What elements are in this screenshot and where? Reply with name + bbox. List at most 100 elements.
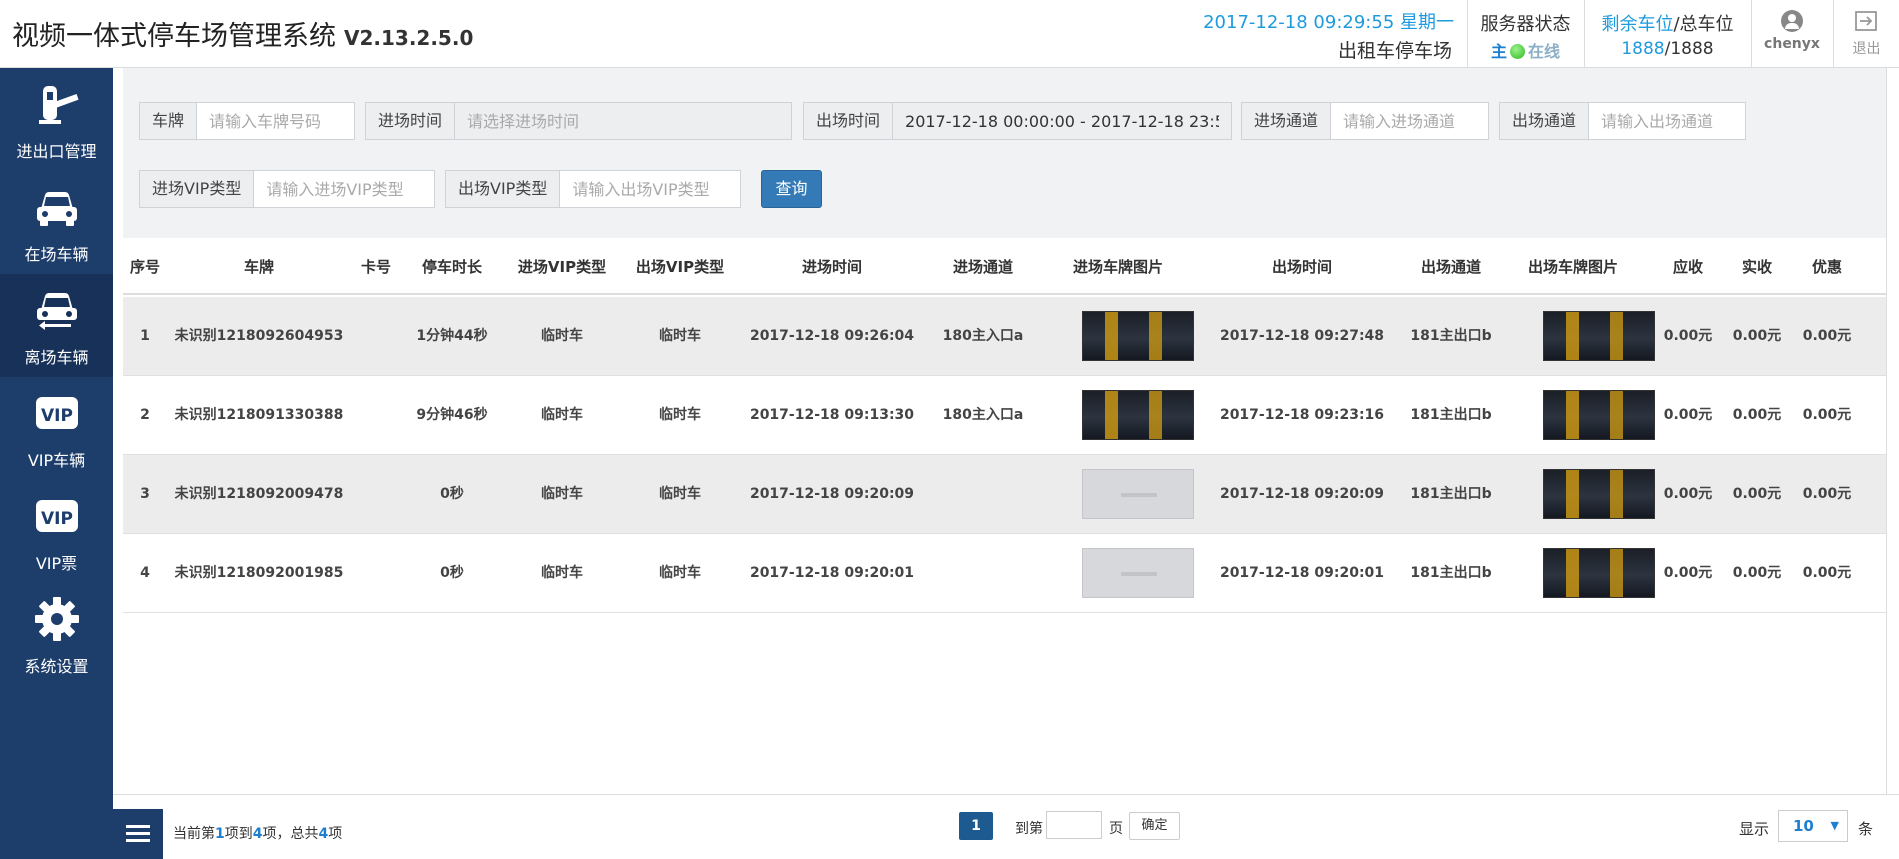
entry-time-input[interactable] [455, 103, 791, 139]
table-row[interactable]: 3 未识别1218092009478 0秒 临时车 临时车 2017-12-18… [123, 455, 1886, 534]
gear-icon [34, 597, 79, 641]
cell-amount-paid: 0.00元 [1732, 407, 1782, 423]
logout-label: 退出 [1852, 41, 1881, 57]
cell-amount-due: 0.00元 [1663, 565, 1713, 581]
vip-ticket-icon: VIP [35, 500, 78, 532]
entry-channel-input[interactable] [1331, 103, 1487, 139]
cell-index: 2 [140, 407, 150, 423]
exit-channel-filter: 出场通道 [1499, 102, 1746, 140]
scrollbar-track[interactable] [1886, 68, 1899, 794]
current-datetime: 2017-12-18 09:29:55 星期一 [1203, 12, 1454, 33]
column-header: 优惠 [1811, 258, 1842, 276]
user-avatar-icon [1781, 10, 1803, 32]
cell-exit-time: 2017-12-18 09:20:09 [1219, 486, 1385, 502]
logout-button[interactable]: 退出 [1834, 0, 1899, 67]
cell-duration: 9分钟46秒 [416, 407, 488, 423]
goto-page-input[interactable] [1046, 811, 1102, 839]
column-header: 进场通道 [952, 258, 1013, 276]
column-header: 车牌 [243, 258, 274, 276]
entry-vip-filter: 进场VIP类型 [139, 170, 435, 208]
pagination-info-text: 当前第 [173, 826, 215, 842]
sidebar-item-label: 系统设置 [24, 657, 89, 676]
cell-index: 3 [140, 486, 150, 502]
entry-plate-image-placeholder[interactable] [1082, 469, 1194, 519]
sidebar-item-gate-management[interactable]: 进出口管理 [0, 68, 113, 171]
entry-vip-filter-label: 进场VIP类型 [140, 171, 255, 207]
exit-channel-input[interactable] [1589, 103, 1745, 139]
app-header: 视频一体式停车场管理系统 V2.13.2.5.0 2017-12-18 09:29… [0, 0, 1899, 68]
sidebar-item-label: VIP票 [35, 554, 78, 573]
column-header: 进场时间 [801, 258, 862, 276]
sidebar-item-cars-in-lot[interactable]: 在场车辆 [0, 171, 113, 274]
menu-toggle-button[interactable] [113, 809, 163, 859]
cell-exit-time: 2017-12-18 09:20:01 [1219, 565, 1385, 581]
cell-plate: 未识别1218091330388 [174, 407, 344, 423]
cell-exit-time: 2017-12-18 09:23:16 [1219, 407, 1385, 423]
cell-entry-channel [925, 455, 1041, 534]
logout-icon [1854, 11, 1877, 31]
page-button-current[interactable]: 1 [959, 812, 993, 840]
exit-plate-image[interactable] [1543, 311, 1655, 361]
sidebar-item-vip-cars[interactable]: VIP VIP车辆 [0, 377, 113, 480]
server-online-label: 在线 [1528, 42, 1561, 61]
page-size-select[interactable]: 10 ▼ [1778, 810, 1848, 842]
page-unit-label: 页 [1109, 821, 1123, 837]
sidebar-item-vip-tickets[interactable]: VIP VIP票 [0, 480, 113, 583]
entry-vip-input[interactable] [254, 171, 433, 207]
exit-vip-filter: 出场VIP类型 [445, 170, 741, 208]
entry-plate-image[interactable] [1082, 390, 1194, 440]
table-row[interactable]: 4 未识别1218092001985 0秒 临时车 临时车 2017-12-18… [123, 534, 1886, 613]
pagination-info: 当前第1项到4项，总共4项 [173, 823, 342, 843]
car-exit-icon [36, 293, 77, 330]
exit-plate-image[interactable] [1543, 548, 1655, 598]
cell-plate: 未识别1218092604953 [174, 328, 344, 344]
cell-entry-channel: 180主入口a [942, 328, 1024, 344]
exit-plate-image[interactable] [1543, 390, 1655, 440]
barrier-gate-icon [38, 86, 79, 124]
cell-discount: 0.00元 [1802, 565, 1852, 581]
cell-exit-channel: 181主出口b [1410, 486, 1492, 502]
cell-discount: 0.00元 [1802, 486, 1852, 502]
exit-vip-input[interactable] [560, 171, 739, 207]
query-button[interactable]: 查询 [761, 170, 822, 208]
chevron-down-icon: ▼ [1830, 819, 1839, 832]
cell-exit-channel: 181主出口b [1410, 407, 1492, 423]
entry-plate-image[interactable] [1082, 311, 1194, 361]
cell-exit-vip: 临时车 [659, 565, 701, 581]
pagination-bar: 当前第1项到4项，总共4项 1 到第 页 确定 显示 10 ▼ 条 [113, 794, 1899, 859]
column-header: 卡号 [360, 258, 391, 276]
cell-discount: 0.00元 [1802, 407, 1852, 423]
car-icon [36, 192, 77, 226]
sidebar-item-system-settings[interactable]: 系统设置 [0, 583, 113, 686]
plate-input[interactable] [197, 103, 353, 139]
exit-time-input[interactable] [893, 103, 1231, 139]
cell-exit-channel: 181主出口b [1410, 328, 1492, 344]
server-status-state: 主 在线 [1468, 38, 1583, 62]
cell-exit-vip: 临时车 [659, 486, 701, 502]
table-row[interactable]: 2 未识别1218091330388 9分钟46秒 临时车 临时车 2017-1… [123, 376, 1886, 455]
column-header: 停车时长 [421, 258, 482, 276]
cell-entry-time: 2017-12-18 09:13:30 [749, 407, 915, 423]
cell-entry-vip: 临时车 [541, 486, 583, 502]
entry-plate-image-placeholder[interactable] [1082, 548, 1194, 598]
cell-entry-vip: 临时车 [541, 565, 583, 581]
exit-plate-image[interactable] [1543, 469, 1655, 519]
svg-text:VIP: VIP [41, 509, 73, 529]
cell-entry-channel: 180主入口a [942, 407, 1024, 423]
cell-entry-vip: 临时车 [541, 328, 583, 344]
sidebar-item-departed-cars[interactable]: 离场车辆 [0, 274, 113, 377]
goto-page-confirm-button[interactable]: 确定 [1129, 812, 1180, 840]
total-spaces-label: /总车位 [1673, 14, 1734, 35]
sidebar-item-label: 离场车辆 [24, 348, 89, 367]
cell-entry-time: 2017-12-18 09:20:09 [749, 486, 915, 502]
user-menu[interactable]: chenyx [1752, 0, 1832, 67]
cell-duration: 0秒 [440, 486, 464, 502]
cell-index: 4 [140, 565, 150, 581]
table-row[interactable]: 1 未识别1218092604953 1分钟44秒 临时车 临时车 2017-1… [123, 297, 1886, 376]
cell-duration: 1分钟44秒 [416, 328, 488, 344]
parking-spaces-label: 剩余车位/总车位 [1585, 10, 1750, 36]
cell-entry-channel [925, 534, 1041, 613]
column-header: 出场通道 [1420, 258, 1481, 276]
remaining-spaces-label: 剩余车位 [1601, 14, 1674, 35]
sidebar-item-label: 在场车辆 [24, 245, 89, 264]
